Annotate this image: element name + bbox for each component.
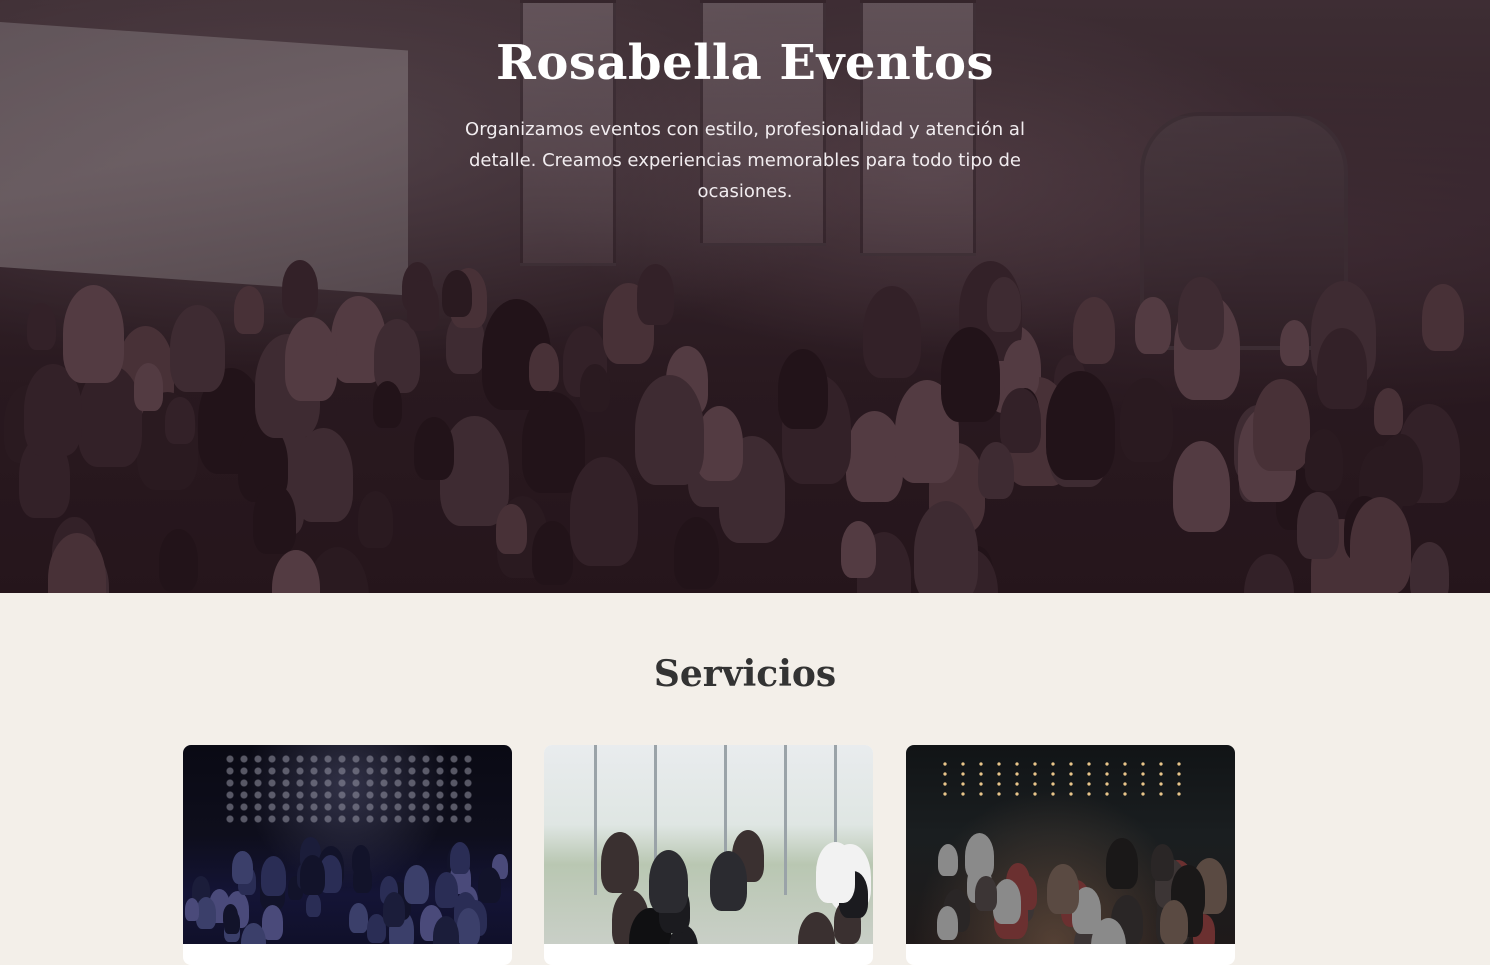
person-silhouette xyxy=(1160,900,1189,944)
person-silhouette xyxy=(937,905,959,940)
service-card[interactable] xyxy=(183,745,512,965)
person-silhouette xyxy=(710,851,748,911)
service-card[interactable] xyxy=(544,745,873,965)
person-silhouette xyxy=(975,876,997,911)
person-silhouette xyxy=(478,866,502,904)
person-silhouette xyxy=(383,892,406,928)
services-section: Servicios xyxy=(0,593,1490,965)
hero-content: Rosabella Eventos Organizamos eventos co… xyxy=(0,30,1490,207)
hero-tagline: Organizamos eventos con estilo, profesio… xyxy=(465,119,1025,202)
string-lights-decoration xyxy=(936,759,1186,799)
person-silhouette xyxy=(798,911,836,944)
person-silhouette xyxy=(260,855,286,896)
person-silhouette xyxy=(299,854,325,895)
hero-title: Rosabella Eventos xyxy=(495,35,995,91)
speaker-presentation-photo xyxy=(544,745,873,944)
person-silhouette xyxy=(992,878,1021,924)
services-title: Servicios xyxy=(653,653,837,695)
person-silhouette xyxy=(937,843,959,876)
person-silhouette xyxy=(1105,837,1138,889)
conference-audience-photo xyxy=(183,745,512,944)
person-silhouette xyxy=(601,831,640,893)
person-silhouette xyxy=(184,897,200,921)
person-silhouette xyxy=(404,864,429,904)
service-card[interactable] xyxy=(906,745,1235,965)
person-silhouette xyxy=(351,844,370,874)
ceiling-lights-decoration xyxy=(223,753,473,823)
person-silhouette xyxy=(1047,863,1079,915)
person-silhouette xyxy=(456,907,481,944)
person-silhouette xyxy=(449,842,471,875)
hero-section: Rosabella Eventos Organizamos eventos co… xyxy=(0,0,1490,593)
person-silhouette xyxy=(224,909,240,935)
person-silhouette xyxy=(349,903,369,934)
window-frame xyxy=(784,745,787,895)
person-silhouette xyxy=(1150,843,1174,881)
window-frame xyxy=(594,745,597,895)
night-party-photo xyxy=(906,745,1235,944)
person-silhouette xyxy=(816,841,855,904)
person-silhouette xyxy=(232,851,253,885)
person-silhouette xyxy=(305,893,321,918)
person-silhouette xyxy=(649,850,689,914)
services-cards xyxy=(183,745,1235,965)
